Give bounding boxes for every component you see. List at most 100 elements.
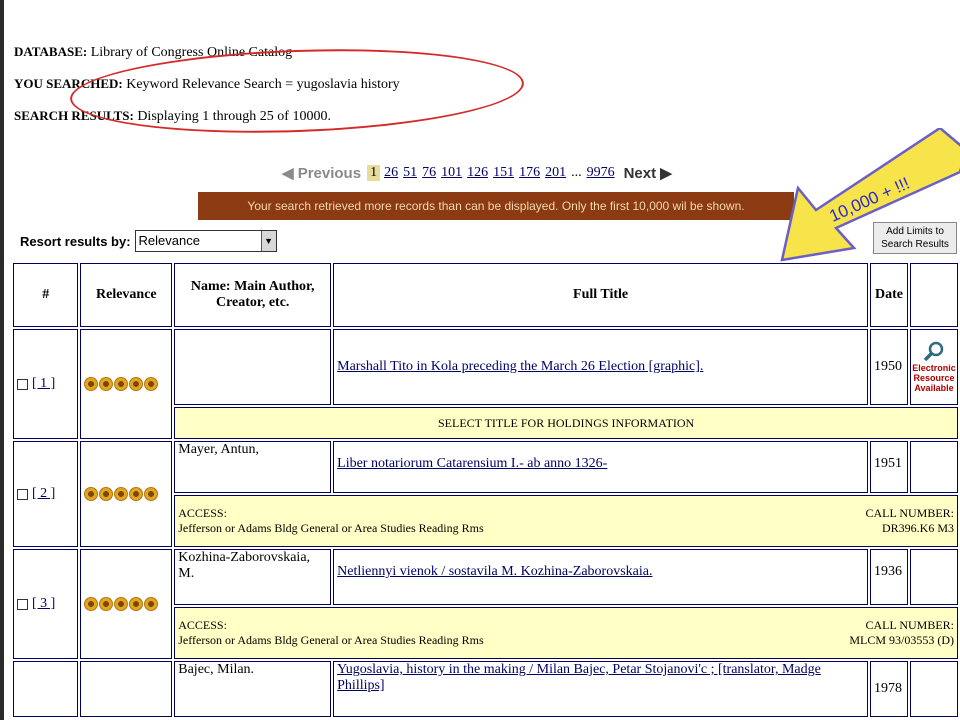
table-row: Bajec, Milan. Yugoslavia, history in the… — [13, 661, 958, 717]
sun-icon — [144, 487, 159, 501]
sun-icon — [144, 377, 159, 391]
row-num-cell — [13, 661, 79, 717]
access-label: ACCESS: — [178, 618, 227, 632]
er-line: Electronic — [912, 363, 956, 373]
page-link[interactable]: 51 — [403, 165, 417, 181]
page-link[interactable]: 126 — [467, 165, 488, 181]
page-link-last[interactable]: 9976 — [587, 165, 615, 181]
sun-icon — [114, 487, 129, 501]
author-cell: Mayer, Antun, — [174, 441, 332, 493]
row-num-cell: [ 3 ] — [13, 549, 79, 659]
resort-selected-value: Relevance — [138, 233, 200, 248]
table-header-row: # Relevance Name: Main Author, Creator, … — [13, 263, 958, 327]
author-cell — [174, 329, 332, 405]
call-number-label: CALL NUMBER: — [865, 506, 954, 520]
results-limit-banner: Your search retrieved more records than … — [198, 192, 794, 220]
er-cell — [909, 441, 958, 493]
relevance-cell — [80, 549, 173, 659]
results-table: # Relevance Name: Main Author, Creator, … — [11, 261, 960, 719]
header-er — [909, 263, 958, 327]
next-button[interactable]: Next ▶ — [624, 164, 672, 182]
sun-icon — [84, 597, 99, 611]
page-link[interactable]: 201 — [545, 165, 566, 181]
relevance-rating — [84, 597, 168, 611]
sun-icon — [99, 487, 114, 501]
sun-icon — [144, 597, 159, 611]
title-link[interactable]: Liber notariorum Catarensium I.- ab anno… — [337, 456, 607, 472]
er-line: Available — [914, 383, 954, 393]
sun-icon — [114, 377, 129, 391]
page-link[interactable]: 101 — [441, 165, 462, 181]
electronic-resource-badge[interactable]: Electronic Resource Available — [911, 341, 957, 393]
magnifier-icon — [923, 341, 944, 362]
select-checkbox[interactable] — [17, 378, 28, 390]
relevance-rating — [84, 487, 168, 501]
previous-button[interactable]: ◀ Previous — [282, 164, 361, 182]
page-link[interactable]: 26 — [384, 165, 398, 181]
header-relevance: Relevance — [80, 263, 173, 327]
date-cell: 1950 — [870, 329, 908, 405]
pager-ellipsis: ... — [571, 165, 582, 180]
call-number-value: DR396.K6 M3 — [881, 521, 954, 535]
pagination: ◀ Previous 1 26 51 76 101 126 151 176 20… — [282, 160, 672, 186]
author-cell: Bajec, Milan. — [174, 661, 332, 717]
date-cell: 1936 — [870, 549, 908, 605]
table-row: [ 2 ] Mayer, Antun, Liber notariorum Cat… — [13, 441, 958, 547]
row-num-cell: [ 2 ] — [13, 441, 79, 547]
previous-label: Previous — [297, 165, 362, 182]
holdings-info: SELECT TITLE FOR HOLDINGS INFORMATION — [174, 407, 958, 439]
database-label: DATABASE: — [14, 44, 88, 59]
record-link[interactable]: [ 3 ] — [32, 596, 55, 612]
page-link[interactable]: 76 — [422, 165, 436, 181]
callout-arrow: 10,000 + !!! — [780, 128, 960, 262]
row-num-cell: [ 1 ] — [13, 329, 79, 439]
date-cell: 1951 — [870, 441, 908, 493]
access-value: Jefferson or Adams Bldg General or Area … — [178, 633, 484, 647]
sun-icon — [84, 377, 99, 391]
resort-select[interactable]: Relevance ▼ — [134, 230, 277, 252]
window-frame-edge — [0, 0, 4, 720]
header-num: # — [13, 263, 79, 327]
resort-label: Resort results by: — [20, 233, 131, 249]
er-line: Resource — [913, 373, 955, 383]
chevron-down-icon[interactable]: ▼ — [260, 231, 276, 251]
access-info: ACCESS: Jefferson or Adams Bldg General o… — [174, 495, 958, 547]
author-cell: Kozhina-Zaborovskaia, M. — [174, 549, 332, 605]
table-row: [ 3 ] Kozhina-Zaborovskaia, M. Netlienny… — [13, 549, 958, 659]
sun-icon — [129, 487, 144, 501]
call-number-value: MLCM 93/03553 (D) — [849, 633, 954, 647]
resort-control: Resort results by: Relevance ▼ — [20, 230, 277, 252]
title-cell: Netliennyi vienok / sostavila M. Kozhina… — [333, 549, 869, 605]
relevance-rating — [84, 377, 168, 391]
sun-icon — [84, 487, 99, 501]
select-checkbox[interactable] — [17, 598, 28, 610]
title-cell: Marshall Tito in Kola preceding the Marc… — [333, 329, 869, 405]
relevance-cell — [80, 329, 173, 439]
next-label: Next — [623, 165, 657, 182]
title-link[interactable]: Yugoslavia, history in the making / Mila… — [337, 662, 864, 694]
record-link[interactable]: [ 1 ] — [32, 376, 55, 392]
page-link[interactable]: 151 — [493, 165, 514, 181]
call-number-label: CALL NUMBER: — [865, 618, 954, 632]
er-cell — [909, 549, 958, 605]
title-cell: Liber notariorum Catarensium I.- ab anno… — [333, 441, 869, 493]
header-title: Full Title — [333, 263, 869, 327]
select-checkbox[interactable] — [17, 488, 28, 500]
title-link[interactable]: Marshall Tito in Kola preceding the Marc… — [337, 359, 703, 375]
current-page: 1 — [367, 165, 381, 181]
sun-icon — [129, 377, 144, 391]
title-link[interactable]: Netliennyi vienok / sostavila M. Kozhina… — [337, 564, 652, 580]
access-label: ACCESS: — [178, 506, 227, 520]
record-link[interactable]: [ 2 ] — [32, 486, 55, 502]
sun-icon — [129, 597, 144, 611]
er-cell[interactable]: Electronic Resource Available — [909, 329, 958, 405]
sun-icon — [99, 377, 114, 391]
page-link[interactable]: 176 — [519, 165, 540, 181]
date-cell: 1978 — [870, 661, 908, 717]
er-cell — [909, 661, 958, 717]
header-date: Date — [870, 263, 908, 327]
sun-icon — [99, 597, 114, 611]
access-info: ACCESS: Jefferson or Adams Bldg General o… — [174, 607, 958, 659]
title-cell: Yugoslavia, history in the making / Mila… — [333, 661, 869, 717]
sun-icon — [114, 597, 129, 611]
